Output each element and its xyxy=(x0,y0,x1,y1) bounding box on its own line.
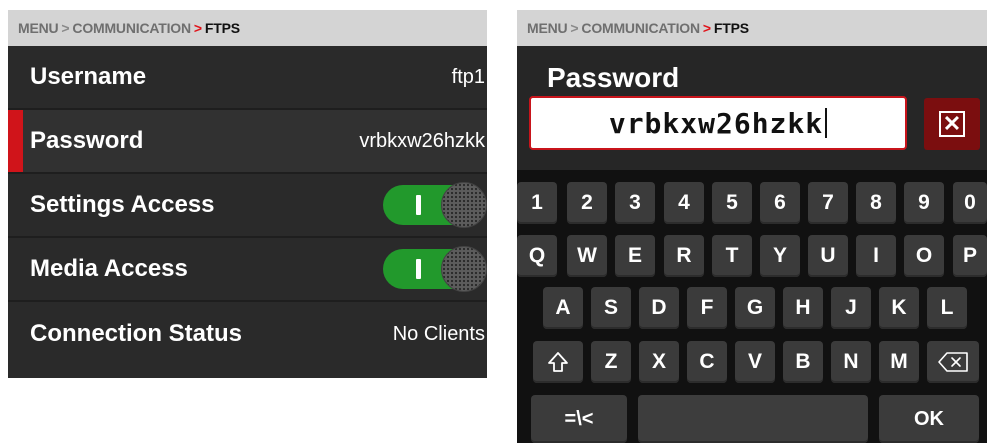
username-row[interactable]: Username ftp1 xyxy=(8,46,487,110)
key-u[interactable]: U xyxy=(808,235,848,277)
key-y[interactable]: Y xyxy=(760,235,800,277)
key-f[interactable]: F xyxy=(687,287,727,329)
key-j[interactable]: J xyxy=(831,287,871,329)
key-5[interactable]: 5 xyxy=(712,182,752,224)
key-v[interactable]: V xyxy=(735,341,775,383)
username-label: Username xyxy=(30,63,147,90)
key-l[interactable]: L xyxy=(927,287,967,329)
media-access-toggle[interactable] xyxy=(383,246,487,292)
key-d[interactable]: D xyxy=(639,287,679,329)
breadcrumb-menu[interactable]: MENU xyxy=(18,20,59,36)
breadcrumb-separator: > xyxy=(570,20,579,36)
key-7[interactable]: 7 xyxy=(808,182,848,224)
key-6[interactable]: 6 xyxy=(760,182,800,224)
connection-status-value: No Clients xyxy=(392,322,485,345)
breadcrumb-menu[interactable]: MENU xyxy=(527,20,568,36)
key-9[interactable]: 9 xyxy=(904,182,944,224)
breadcrumb-separator: > xyxy=(61,20,70,36)
toggle-knob[interactable] xyxy=(441,246,487,292)
key-8[interactable]: 8 xyxy=(856,182,896,224)
close-box-icon: ✕ xyxy=(939,111,965,137)
toggle-on-indicator xyxy=(416,259,421,279)
password-value: vrbkxw26hzkk xyxy=(359,129,485,152)
key-1[interactable]: 1 xyxy=(517,182,557,224)
key-i[interactable]: I xyxy=(856,235,896,277)
settings-access-toggle[interactable] xyxy=(383,182,487,228)
clear-button[interactable]: ✕ xyxy=(924,98,980,150)
key-4[interactable]: 4 xyxy=(664,182,704,224)
breadcrumb-arrow: > xyxy=(193,20,202,36)
space-key[interactable] xyxy=(638,395,868,443)
password-label: Password xyxy=(30,127,144,154)
key-w[interactable]: W xyxy=(567,235,607,277)
key-p[interactable]: P xyxy=(953,235,987,277)
key-c[interactable]: C xyxy=(687,341,727,383)
breadcrumb-communication[interactable]: COMMUNICATION xyxy=(72,20,191,36)
breadcrumb-current: FTPS xyxy=(713,20,749,36)
key-b[interactable]: B xyxy=(783,341,823,383)
key-g[interactable]: G xyxy=(735,287,775,329)
key-a[interactable]: A xyxy=(543,287,583,329)
media-access-row: Media Access xyxy=(8,238,487,302)
key-o[interactable]: O xyxy=(904,235,944,277)
key-z[interactable]: Z xyxy=(591,341,631,383)
connection-status-label: Connection Status xyxy=(30,320,243,347)
key-e[interactable]: E xyxy=(615,235,655,277)
key-x[interactable]: X xyxy=(639,341,679,383)
key-m[interactable]: M xyxy=(879,341,919,383)
text-caret xyxy=(825,108,828,138)
breadcrumb-current: FTPS xyxy=(204,20,240,36)
key-3[interactable]: 3 xyxy=(615,182,655,224)
ok-button[interactable]: OK xyxy=(879,395,979,443)
breadcrumb: MENU > COMMUNICATION > FTPS xyxy=(517,10,987,46)
key-t[interactable]: T xyxy=(712,235,752,277)
key-0[interactable]: 0 xyxy=(953,182,987,224)
backspace-icon xyxy=(938,352,968,372)
toggle-on-indicator xyxy=(416,195,421,215)
ftps-settings-panel: MENU > COMMUNICATION > FTPS Username ftp… xyxy=(8,10,487,378)
password-input-text: vrbkxw26hzkk xyxy=(608,106,824,140)
connection-status-row: Connection Status No Clients xyxy=(8,302,487,366)
password-entry-panel: MENU > COMMUNICATION > FTPS Password vrb… xyxy=(517,10,987,443)
backspace-key[interactable] xyxy=(927,341,979,383)
key-n[interactable]: N xyxy=(831,341,871,383)
password-input[interactable]: vrbkxw26hzkk xyxy=(529,96,907,150)
on-screen-keyboard: 1 2 3 4 5 6 7 8 9 0 Q W E R T Y U I O P … xyxy=(517,170,987,443)
symbols-key[interactable]: =\< xyxy=(531,395,627,443)
key-2[interactable]: 2 xyxy=(567,182,607,224)
settings-access-row: Settings Access xyxy=(8,174,487,238)
key-q[interactable]: Q xyxy=(517,235,557,277)
username-value: ftp1 xyxy=(451,65,485,88)
breadcrumb-arrow: > xyxy=(702,20,711,36)
key-s[interactable]: S xyxy=(591,287,631,329)
media-access-label: Media Access xyxy=(30,255,188,282)
key-r[interactable]: R xyxy=(664,235,704,277)
breadcrumb-communication[interactable]: COMMUNICATION xyxy=(581,20,700,36)
toggle-knob[interactable] xyxy=(441,182,487,228)
breadcrumb: MENU > COMMUNICATION > FTPS xyxy=(8,10,487,46)
password-row[interactable]: Password vrbkxw26hzkk xyxy=(8,110,487,174)
shift-key[interactable] xyxy=(533,341,583,383)
key-k[interactable]: K xyxy=(879,287,919,329)
settings-access-label: Settings Access xyxy=(30,191,215,218)
password-title: Password xyxy=(547,62,680,93)
shift-up-icon xyxy=(548,352,568,372)
key-h[interactable]: H xyxy=(783,287,823,329)
